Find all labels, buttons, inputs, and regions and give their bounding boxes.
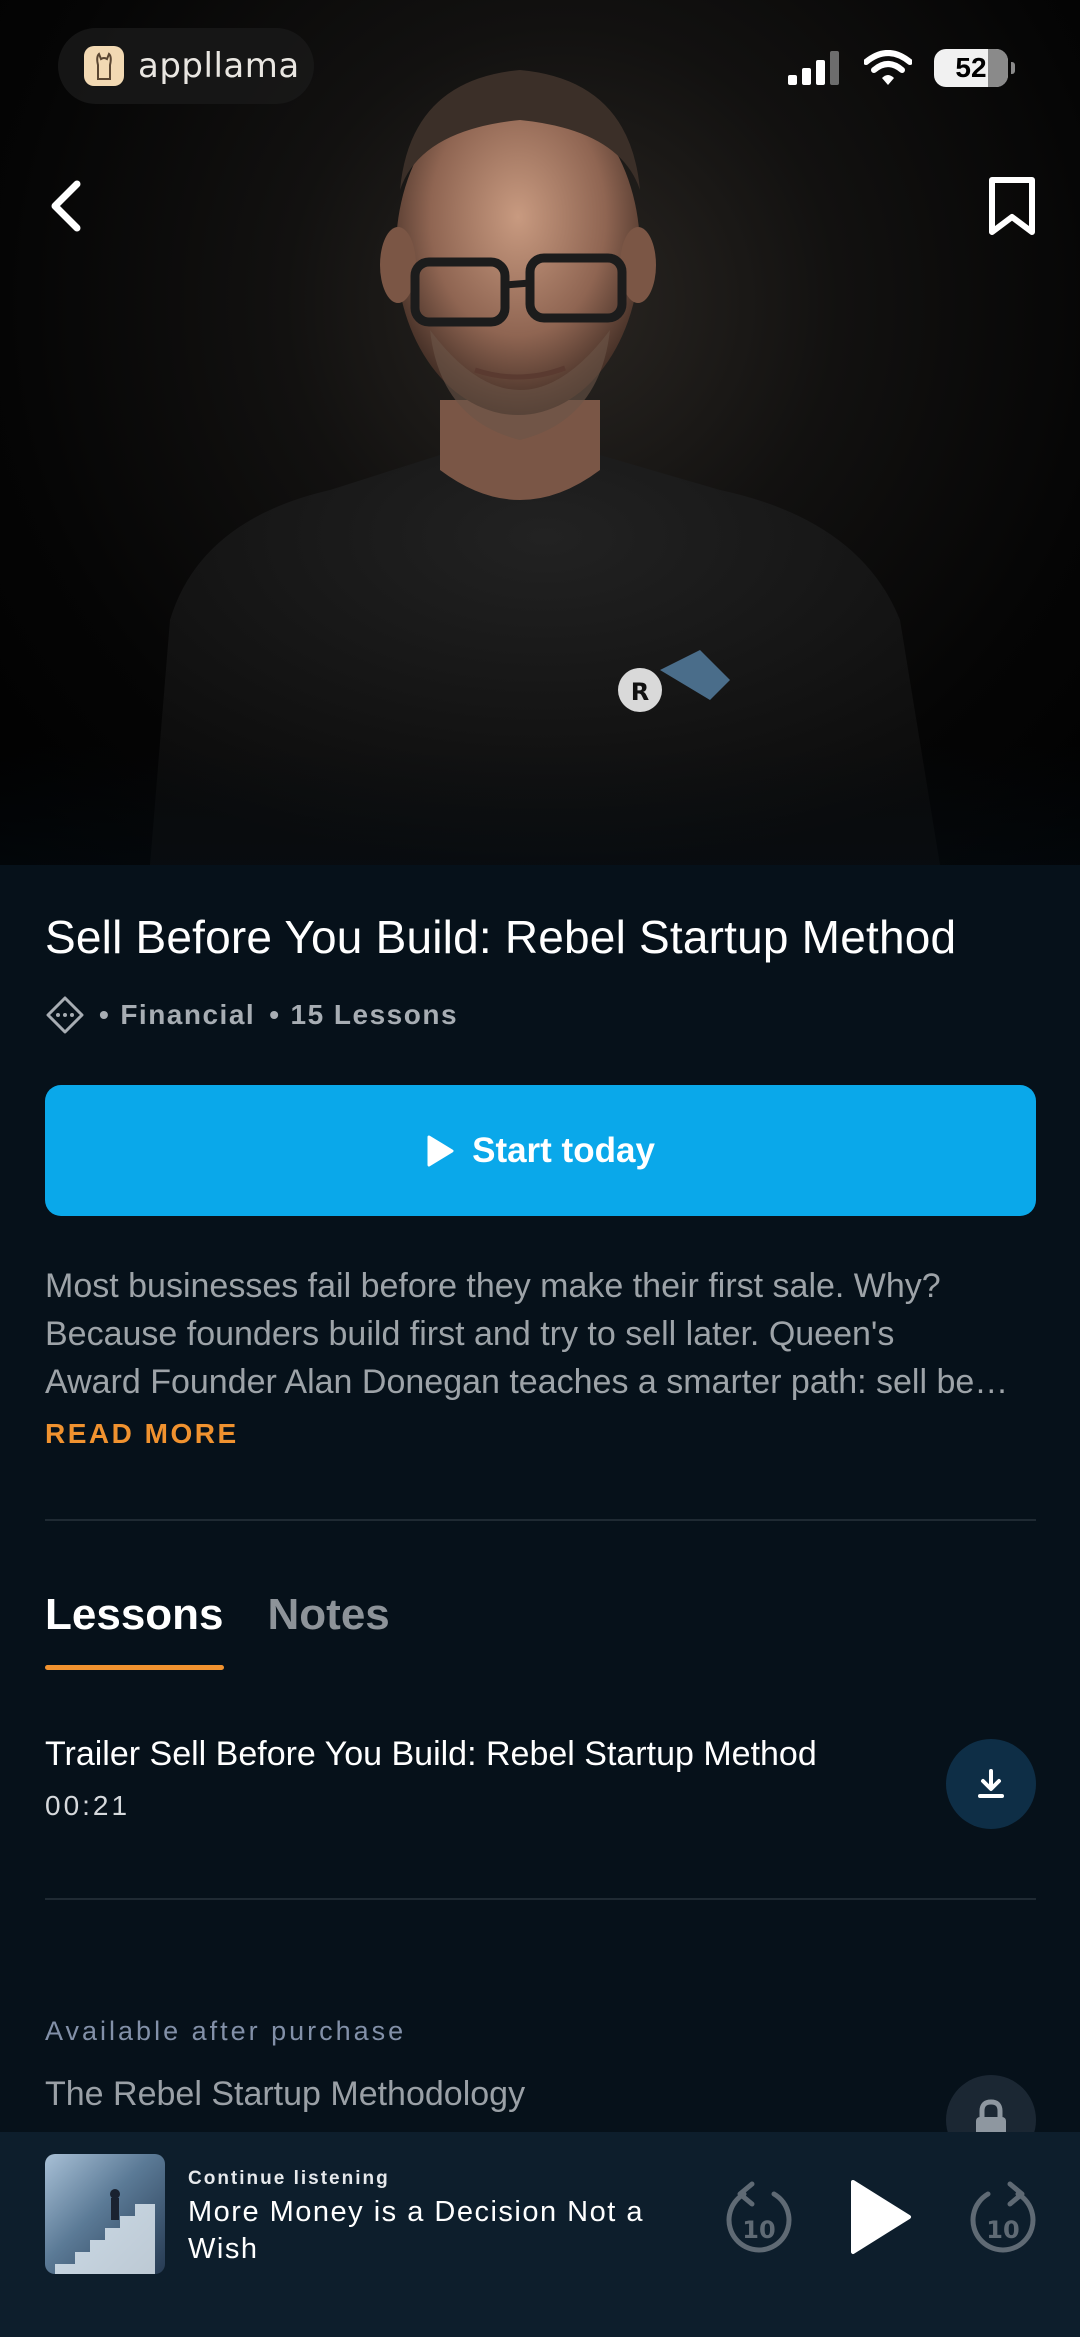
read-more-link[interactable]: READ MORE	[45, 1418, 239, 1450]
bookmark-button[interactable]	[980, 170, 1044, 242]
locked-lesson-title[interactable]: The Rebel Startup Methodology	[45, 2075, 525, 2114]
play-icon	[851, 2180, 911, 2254]
description-line: Most businesses fail before they make th…	[45, 1267, 941, 1305]
lesson-duration: 00:21	[45, 1790, 131, 1821]
divider	[45, 1898, 1036, 1900]
tab-notes[interactable]: Notes	[268, 1590, 390, 1670]
app-badge-label: appllama	[138, 46, 300, 86]
svg-text:R: R	[631, 678, 649, 706]
start-today-label: Start today	[472, 1130, 655, 1170]
play-icon	[427, 1135, 454, 1166]
wifi-icon	[864, 50, 912, 85]
tab-lessons[interactable]: Lessons	[45, 1590, 224, 1670]
svg-text:10: 10	[986, 2216, 1019, 2244]
download-button[interactable]	[946, 1739, 1036, 1829]
signal-icon	[788, 51, 839, 85]
skip-forward-icon[interactable]: 10	[966, 2176, 1040, 2260]
lessons-count: 15 Lessons	[290, 999, 459, 1030]
hero-fade	[0, 745, 1080, 865]
status-icons: 52	[788, 48, 1015, 88]
level-diamond-icon	[46, 996, 84, 1034]
battery-indicator: 52	[934, 49, 1015, 87]
course-title: Sell Before You Build: Rebel Startup Met…	[45, 911, 957, 963]
course-description: Most businesses fail before they make th…	[45, 1262, 1040, 1406]
episode-artwork[interactable]	[45, 2154, 165, 2274]
divider	[45, 1519, 1036, 1521]
available-after-purchase-label: Available after purchase	[45, 2016, 407, 2046]
tab-bar: Lessons Notes	[45, 1590, 390, 1670]
episode-title: More Money is a Decision Not a Wish	[188, 2196, 644, 2265]
continue-listening-label: Continue listening	[188, 2168, 390, 2189]
course-category: Financial	[120, 999, 256, 1030]
skip-back-icon[interactable]: 10	[722, 2176, 796, 2260]
play-button[interactable]	[840, 2172, 920, 2262]
svg-text:10: 10	[742, 2216, 775, 2244]
meta-separator: •	[99, 999, 111, 1030]
start-today-button[interactable]: Start today	[45, 1085, 1036, 1216]
chevron-left-icon	[51, 180, 81, 232]
lesson-title: Trailer Sell Before You Build: Rebel Sta…	[45, 1735, 817, 1773]
lesson-item-trailer[interactable]: Trailer Sell Before You Build: Rebel Sta…	[45, 1735, 1036, 1845]
bookmark-icon	[989, 177, 1035, 235]
description-line: Award Founder Alan Donegan teaches a sma…	[45, 1363, 1009, 1401]
course-meta: • Financial • 15 Lessons	[45, 990, 458, 1040]
meta-separator: •	[269, 999, 281, 1030]
mini-player[interactable]: Continue listening More Money is a Decis…	[0, 2132, 1080, 2337]
player-text: Continue listening More Money is a Decis…	[188, 2168, 698, 2268]
battery-level: 52	[955, 52, 987, 83]
app-badge: appllama	[58, 28, 314, 104]
llama-logo-icon	[84, 46, 124, 86]
back-button[interactable]	[38, 170, 94, 242]
status-bar: appllama 52	[0, 0, 1080, 130]
download-icon	[978, 1769, 1004, 1798]
description-line: Because founders build first and try to …	[45, 1315, 895, 1353]
